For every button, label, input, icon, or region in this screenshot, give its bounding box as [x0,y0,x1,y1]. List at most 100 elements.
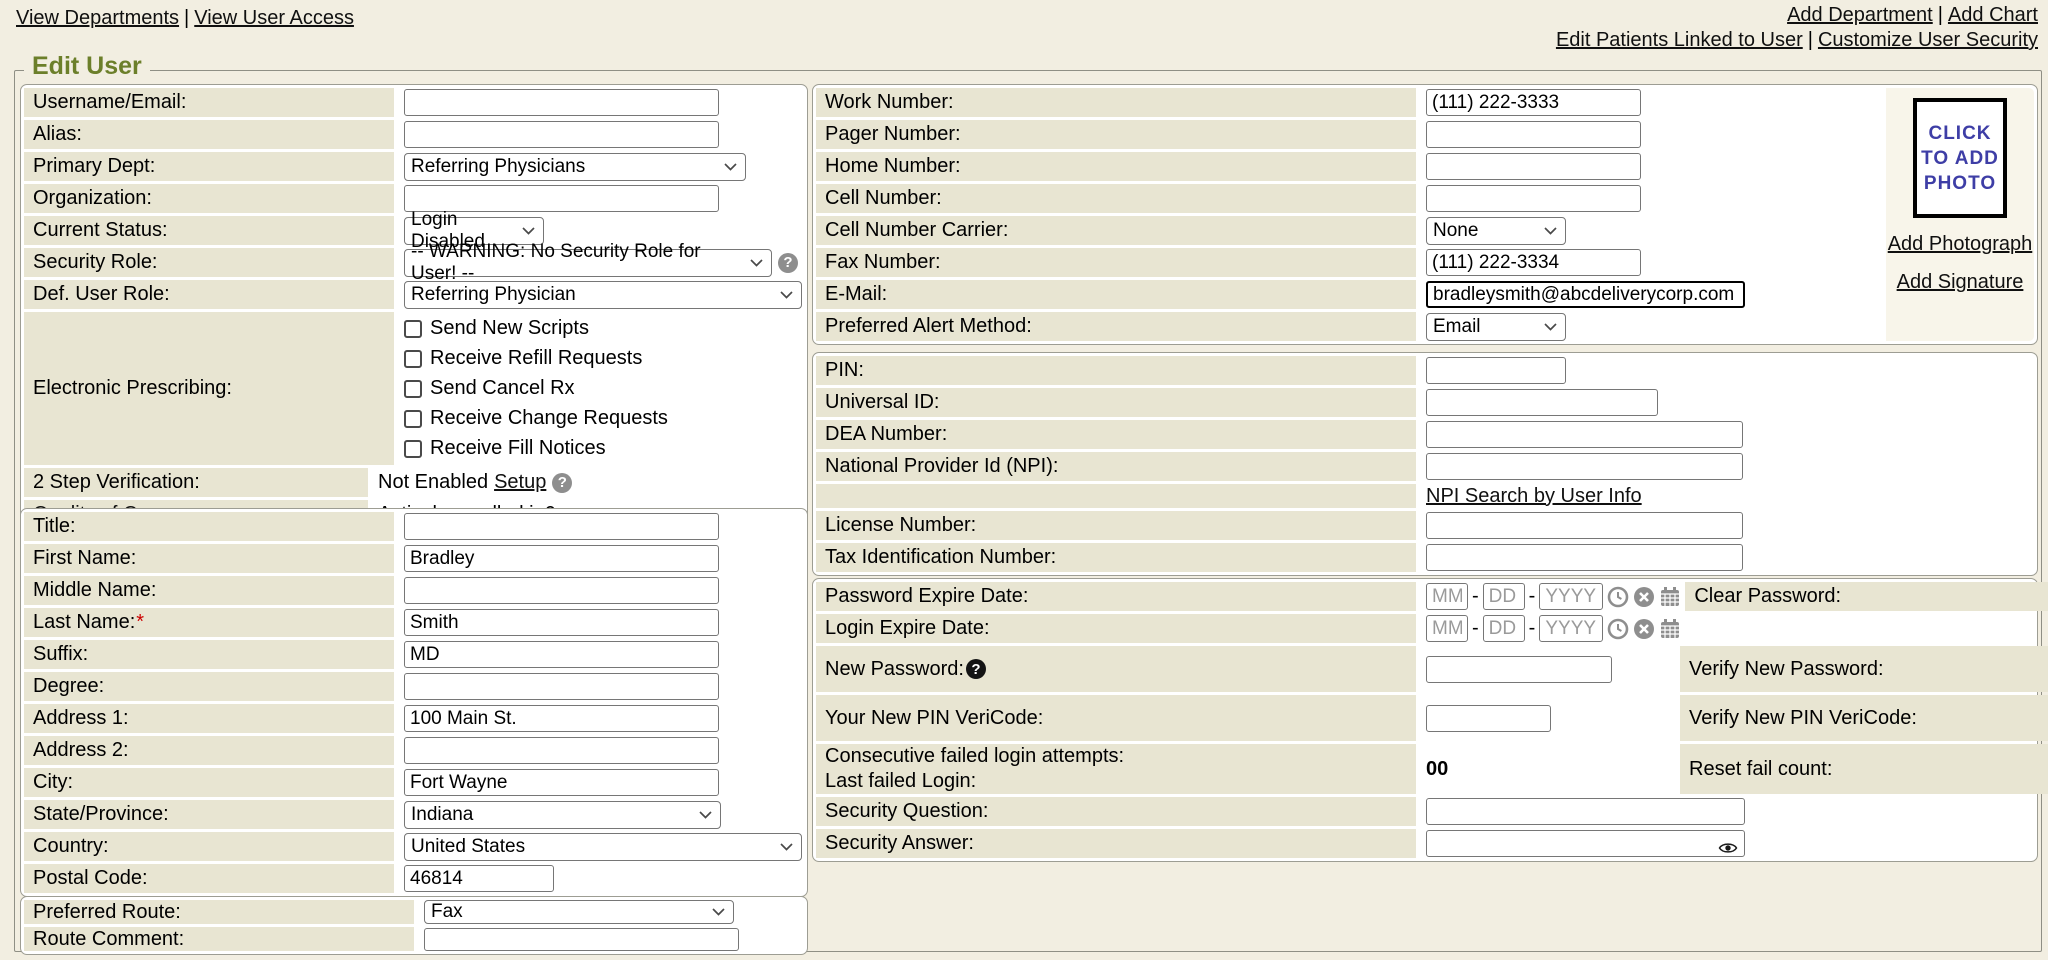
date-separator: - [1472,585,1479,608]
security-answer-input[interactable] [1426,830,1745,857]
degree-label: Degree: [24,672,394,701]
login-expire-mm-input[interactable] [1426,615,1468,642]
pin-vericode-input[interactable] [1426,705,1551,732]
clock-icon[interactable] [1607,586,1629,608]
route-comment-input[interactable] [424,928,739,951]
address2-input[interactable] [404,737,719,764]
universal-id-input[interactable] [1426,389,1658,416]
country-select[interactable]: United States [404,833,802,861]
city-input[interactable] [404,769,719,796]
fax-number-input[interactable] [1426,249,1641,276]
clock-icon[interactable] [1607,618,1629,640]
state-province-select[interactable]: Indiana [404,801,721,829]
click-to-add-photo-placeholder[interactable]: CLICK TO ADD PHOTO [1913,98,2007,218]
add-signature-link[interactable]: Add Signature [1897,271,2024,294]
username-input[interactable] [404,89,719,116]
cell-number-input[interactable] [1426,185,1641,212]
add-department-link[interactable]: Add Department [1787,4,1933,26]
add-chart-link[interactable]: Add Chart [1948,4,2038,26]
send-new-scripts-checkbox[interactable] [404,320,422,338]
view-user-access-link[interactable]: View User Access [194,7,354,29]
last-name-label-text: Last Name: [33,611,135,634]
chevron-down-icon [1544,227,1557,235]
npi-search-link[interactable]: NPI Search by User Info [1426,485,1642,508]
help-icon[interactable]: ? [552,473,572,493]
form-row: Password Expire Date: - - Clear Password… [816,582,2034,611]
country-value: United States [411,836,525,858]
first-name-input[interactable] [404,545,719,572]
pin-input[interactable] [1426,357,1566,384]
preferred-alert-method-label: Preferred Alert Method: [816,312,1416,341]
calendar-icon[interactable] [1659,586,1681,608]
new-password-input[interactable] [1426,656,1612,683]
pager-number-input[interactable] [1426,121,1641,148]
calendar-icon[interactable] [1659,618,1681,640]
email-input[interactable] [1426,281,1745,308]
receive-refill-requests-checkbox[interactable] [404,350,422,368]
chevron-down-icon [712,908,725,916]
license-number-input[interactable] [1426,512,1743,539]
work-number-input[interactable] [1426,89,1641,116]
preferred-alert-method-select[interactable]: Email [1426,313,1566,341]
suffix-input[interactable] [404,641,719,668]
preferred-route-select[interactable]: Fax [424,900,734,924]
form-row: PIN: [816,356,2034,385]
home-number-input[interactable] [1426,153,1641,180]
new-password-label: New Password: ? [816,646,1416,692]
chevron-down-icon [522,227,535,235]
password-expire-mm-input[interactable] [1426,583,1468,610]
view-departments-link[interactable]: View Departments [16,7,179,29]
customize-user-security-link[interactable]: Customize User Security [1818,29,2038,51]
form-row: Cell Number: [816,184,1883,213]
password-expire-dd-input[interactable] [1483,583,1525,610]
def-user-role-select[interactable]: Referring Physician [404,281,802,309]
help-icon[interactable]: ? [778,253,798,273]
add-photograph-link[interactable]: Add Photograph [1888,233,2033,256]
chevron-down-icon [750,259,763,267]
last-name-input[interactable] [404,609,719,636]
form-row: Preferred Route: Fax [24,900,804,924]
dea-number-input[interactable] [1426,421,1743,448]
tax-id-input[interactable] [1426,544,1743,571]
form-row: Fax Number: [816,248,1883,277]
clear-date-icon[interactable] [1633,618,1655,640]
form-row: Middle Name: [24,576,804,605]
address1-label: Address 1: [24,704,394,733]
form-row: E-Mail: [816,280,1883,309]
preferred-route-value: Fax [431,901,463,923]
send-cancel-rx-checkbox[interactable] [404,380,422,398]
two-step-status: Not Enabled [378,471,488,494]
photo-placeholder-line: CLICK [1928,121,1991,146]
reset-fail-count-label: Reset fail count: [1680,744,2048,794]
form-row: State/Province: Indiana [24,800,804,829]
security-question-input[interactable] [1426,798,1745,825]
npi-input[interactable] [1426,453,1743,480]
address1-input[interactable] [404,705,719,732]
help-icon[interactable]: ? [966,659,986,679]
cell-number-carrier-select[interactable]: None [1426,217,1566,245]
form-row: Universal ID: [816,388,2034,417]
alias-input[interactable] [404,121,719,148]
postal-code-input[interactable] [404,865,554,892]
form-row: Country: United States [24,832,804,861]
password-expire-yyyy-input[interactable] [1539,583,1603,610]
login-expire-dd-input[interactable] [1483,615,1525,642]
country-label: Country: [24,832,394,861]
security-role-select[interactable]: -- WARNING: No Security Role for User! -… [404,249,772,277]
clear-date-icon[interactable] [1633,586,1655,608]
form-row: Your New PIN VeriCode: Verify New PIN Ve… [816,695,2034,741]
form-row: Security Answer: [816,829,2034,858]
receive-change-requests-checkbox[interactable] [404,410,422,428]
primary-dept-value: Referring Physicians [411,156,585,178]
receive-fill-notices-checkbox[interactable] [404,440,422,458]
two-step-setup-link[interactable]: Setup [494,471,546,494]
middle-name-input[interactable] [404,577,719,604]
top-left-links: View Departments|View User Access [16,7,354,30]
edit-patients-linked-link[interactable]: Edit Patients Linked to User [1556,29,1803,51]
show-password-eye-icon[interactable] [1718,838,1738,861]
form-row: Title: [24,512,804,541]
login-expire-yyyy-input[interactable] [1539,615,1603,642]
primary-dept-select[interactable]: Referring Physicians [404,153,746,181]
degree-input[interactable] [404,673,719,700]
title-input[interactable] [404,513,719,540]
